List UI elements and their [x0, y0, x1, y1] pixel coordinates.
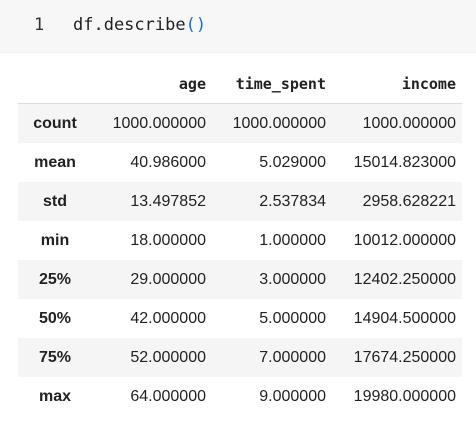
table-cell: 18.000000 — [130, 231, 206, 249]
table-cell: 5.029000 — [259, 153, 326, 171]
table-cell: 52.000000 — [130, 348, 206, 366]
table-row: 75% 52.000000 7.000000 17674.250000 — [18, 338, 462, 377]
table-cell: 13.497852 — [130, 192, 206, 210]
table-cell: 1000.000000 — [112, 114, 206, 132]
output-area: age time_spent income count 1000.000000 … — [18, 64, 462, 416]
code-text: df.describe — [73, 15, 186, 35]
table-cell: 40.986000 — [130, 153, 206, 171]
table-row: count 1000.000000 1000.000000 1000.00000… — [18, 103, 462, 143]
table-cell: 17674.250000 — [353, 348, 456, 366]
table-row: 50% 42.000000 5.000000 14904.500000 — [18, 299, 462, 338]
row-label: 75% — [38, 348, 72, 366]
line-number: 1 — [34, 15, 45, 35]
row-label: 25% — [38, 270, 72, 288]
table-cell: 10012.000000 — [353, 231, 456, 249]
describe-table: age time_spent income count 1000.000000 … — [18, 64, 462, 416]
table-cell: 15014.823000 — [353, 153, 456, 171]
column-header-age: age — [92, 64, 212, 104]
row-label: min — [40, 231, 70, 249]
column-header-time-spent: time_spent — [212, 64, 332, 104]
table-cell: 19980.000000 — [353, 387, 456, 405]
row-label: mean — [34, 153, 76, 171]
table-cell: 3.000000 — [259, 270, 326, 288]
table-cell: 12402.250000 — [353, 270, 456, 288]
header-row: age time_spent income — [18, 64, 462, 104]
table-cell: 64.000000 — [130, 387, 206, 405]
row-label: count — [33, 114, 77, 132]
table-row: 25% 29.000000 3.000000 12402.250000 — [18, 260, 462, 299]
table-cell: 2.537834 — [259, 192, 326, 210]
table-cell: 1000.000000 — [232, 114, 326, 132]
table-cell: 5.000000 — [259, 309, 326, 327]
table-row: min 18.000000 1.000000 10012.000000 — [18, 221, 462, 260]
table-row: max 64.000000 9.000000 19980.000000 — [18, 377, 462, 416]
table-cell: 9.000000 — [259, 387, 326, 405]
row-label: max — [38, 387, 72, 405]
table-row: mean 40.986000 5.029000 15014.823000 — [18, 143, 462, 182]
code-parens: () — [185, 15, 207, 35]
table-cell: 7.000000 — [259, 348, 326, 366]
row-label: 50% — [38, 309, 72, 327]
table-cell: 42.000000 — [130, 309, 206, 327]
table-cell: 2958.628221 — [362, 192, 456, 210]
code-line[interactable]: df.describe() — [73, 15, 206, 35]
table-cell: 1.000000 — [259, 231, 326, 249]
table-cell: 1000.000000 — [362, 114, 456, 132]
column-header-income: income — [332, 64, 462, 104]
table-cell: 14904.500000 — [353, 309, 456, 327]
table-cell: 29.000000 — [130, 270, 206, 288]
table-row: std 13.497852 2.537834 2958.628221 — [18, 182, 462, 221]
index-header — [18, 64, 92, 104]
row-label: std — [43, 192, 67, 210]
code-cell[interactable]: 1 df.describe() — [0, 0, 476, 53]
